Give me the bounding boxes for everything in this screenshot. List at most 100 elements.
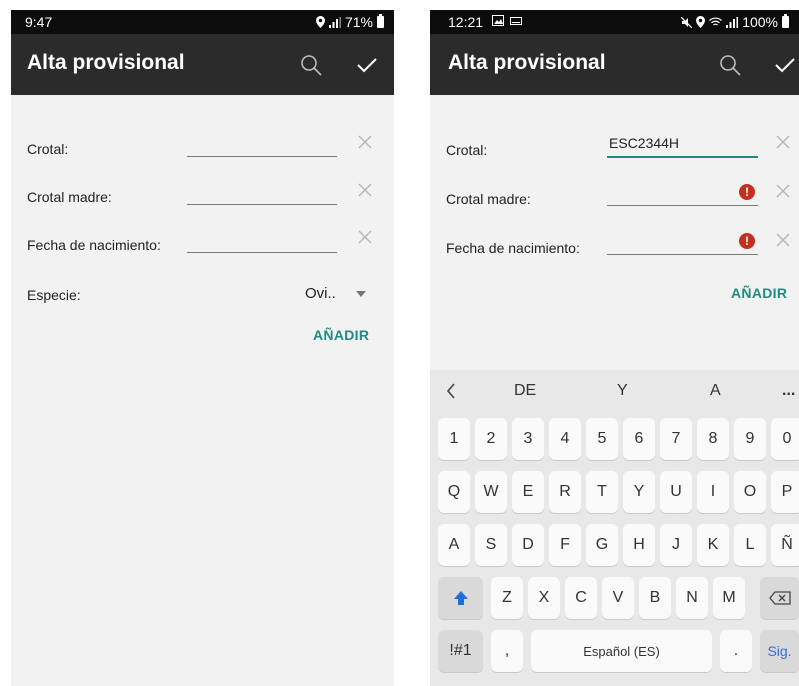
letter-key[interactable]: B: [639, 577, 671, 619]
letter-key[interactable]: Y: [623, 471, 655, 513]
fecha-row: Fecha de nacimiento:: [11, 225, 394, 265]
suggestion-item[interactable]: A: [710, 382, 721, 400]
clear-fecha-icon[interactable]: [774, 231, 792, 249]
letter-key[interactable]: U: [660, 471, 692, 513]
shift-key[interactable]: [438, 577, 483, 619]
crotal-label: Crotal:: [446, 142, 488, 158]
clear-madre-icon[interactable]: [356, 181, 374, 199]
period-key[interactable]: .: [720, 630, 752, 672]
number-key[interactable]: 9: [734, 418, 766, 460]
app-bar: Alta provisional: [430, 34, 799, 95]
dropdown-arrow-icon[interactable]: [356, 291, 366, 297]
fecha-input[interactable]: [187, 228, 337, 253]
status-bar: 12:21 100%: [430, 10, 799, 34]
number-key[interactable]: 8: [697, 418, 729, 460]
madre-input[interactable]: [187, 180, 337, 205]
letter-key[interactable]: V: [602, 577, 634, 619]
check-icon[interactable]: [352, 50, 382, 80]
right-screen: 12:21 100% Alta provisional Crotal: ESC2…: [430, 10, 799, 686]
keyboard-notification-icon: [510, 16, 522, 25]
fecha-label: Fecha de nacimiento:: [27, 237, 161, 253]
crotal-row: Crotal:: [11, 128, 394, 168]
location-icon: [315, 16, 325, 28]
crotal-row: Crotal: ESC2344H: [430, 128, 799, 168]
page-title: Alta provisional: [27, 51, 185, 74]
letter-key[interactable]: R: [549, 471, 581, 513]
clear-crotal-icon[interactable]: [356, 133, 374, 151]
letter-key[interactable]: K: [697, 524, 729, 566]
letter-key[interactable]: Ñ: [771, 524, 799, 566]
keyboard: DE Y A ... 1234567890QWERTYUIOPASDFGHJKL…: [430, 370, 799, 686]
signal-icon: [726, 16, 739, 28]
number-key[interactable]: 6: [623, 418, 655, 460]
letter-key[interactable]: S: [475, 524, 507, 566]
error-icon: !: [739, 184, 755, 200]
check-icon[interactable]: [770, 50, 799, 80]
backspace-key[interactable]: [760, 577, 799, 619]
letter-key[interactable]: W: [475, 471, 507, 513]
fecha-row: Fecha de nacimiento: !: [430, 225, 799, 265]
letter-key[interactable]: L: [734, 524, 766, 566]
suggestion-item[interactable]: Y: [617, 382, 628, 400]
letter-key[interactable]: O: [734, 471, 766, 513]
number-key[interactable]: 4: [549, 418, 581, 460]
clear-crotal-icon[interactable]: [774, 133, 792, 151]
fecha-input[interactable]: [607, 230, 758, 255]
number-key[interactable]: 0: [771, 418, 799, 460]
next-key[interactable]: Sig.: [760, 630, 799, 672]
especie-label: Especie:: [27, 287, 81, 303]
letter-key[interactable]: H: [623, 524, 655, 566]
letter-key[interactable]: X: [528, 577, 560, 619]
letter-key[interactable]: G: [586, 524, 618, 566]
madre-row: Crotal madre:: [11, 177, 394, 217]
clear-madre-icon[interactable]: [774, 182, 792, 200]
letter-key[interactable]: I: [697, 471, 729, 513]
crotal-label: Crotal:: [27, 141, 69, 157]
letter-key[interactable]: P: [771, 471, 799, 513]
number-key[interactable]: 5: [586, 418, 618, 460]
number-key[interactable]: 7: [660, 418, 692, 460]
letter-key[interactable]: F: [549, 524, 581, 566]
letter-key[interactable]: E: [512, 471, 544, 513]
location-icon: [696, 16, 706, 28]
add-button[interactable]: AÑADIR: [731, 285, 787, 301]
status-bar: 9:47 71%: [11, 10, 394, 34]
especie-select[interactable]: Ovi..: [305, 285, 336, 302]
letter-key[interactable]: A: [438, 524, 470, 566]
letter-key[interactable]: M: [713, 577, 745, 619]
more-options-icon[interactable]: ...: [782, 382, 795, 400]
madre-label: Crotal madre:: [446, 191, 531, 207]
notification-icons: [492, 15, 522, 26]
status-icons: 71%: [315, 14, 384, 30]
add-button[interactable]: AÑADIR: [313, 327, 369, 343]
madre-input[interactable]: [607, 181, 758, 206]
letter-key[interactable]: T: [586, 471, 618, 513]
number-key[interactable]: 2: [475, 418, 507, 460]
fecha-label: Fecha de nacimiento:: [446, 240, 580, 256]
comma-key[interactable]: ,: [491, 630, 523, 672]
madre-row: Crotal madre: !: [430, 177, 799, 217]
search-icon[interactable]: [296, 50, 326, 80]
battery-icon: [782, 14, 789, 28]
search-icon[interactable]: [715, 50, 745, 80]
space-key[interactable]: Español (ES): [531, 630, 712, 672]
letter-key[interactable]: C: [565, 577, 597, 619]
letter-key[interactable]: N: [676, 577, 708, 619]
error-icon: !: [739, 233, 755, 249]
crotal-input[interactable]: ESC2344H: [607, 132, 758, 158]
number-key[interactable]: 3: [512, 418, 544, 460]
letter-key[interactable]: Z: [491, 577, 523, 619]
symbols-key[interactable]: !#1: [438, 630, 483, 672]
backspace-icon: [768, 591, 791, 605]
shift-icon: [453, 591, 468, 605]
suggestion-item[interactable]: DE: [514, 382, 536, 400]
crotal-input[interactable]: [187, 132, 337, 157]
clear-fecha-icon[interactable]: [356, 228, 374, 246]
letter-key[interactable]: Q: [438, 471, 470, 513]
letter-key[interactable]: D: [512, 524, 544, 566]
left-screen: 9:47 71% Alta provisional Crotal: Crotal…: [11, 10, 394, 686]
chevron-left-icon[interactable]: [446, 383, 456, 399]
status-time: 9:47: [25, 14, 53, 30]
letter-key[interactable]: J: [660, 524, 692, 566]
number-key[interactable]: 1: [438, 418, 470, 460]
